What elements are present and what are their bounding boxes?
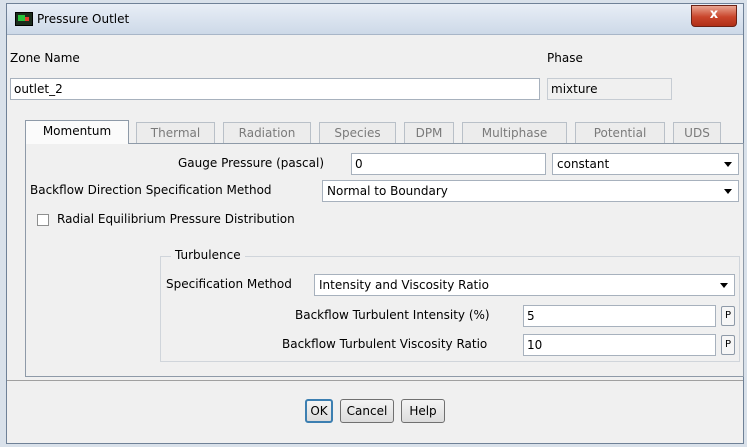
spec-method-label: Specification Method bbox=[166, 277, 292, 291]
help-button[interactable]: Help bbox=[401, 399, 445, 423]
phase-label: Phase bbox=[547, 51, 583, 65]
gauge-pressure-profile-select[interactable]: constant bbox=[552, 153, 739, 175]
viscosity-ratio-label: Backflow Turbulent Viscosity Ratio bbox=[282, 337, 488, 351]
backflow-direction-label: Backflow Direction Specification Method bbox=[30, 183, 272, 197]
ok-button[interactable]: OK bbox=[305, 399, 333, 423]
chevron-down-icon bbox=[724, 162, 732, 167]
chevron-down-icon bbox=[720, 283, 728, 288]
zone-name-label: Zone Name bbox=[10, 51, 80, 65]
tab-thermal[interactable]: Thermal bbox=[136, 122, 215, 143]
turbulence-group: Turbulence Specification Method Intensit… bbox=[160, 248, 740, 362]
turbulent-intensity-label: Backflow Turbulent Intensity (%) bbox=[295, 308, 490, 322]
viscosity-ratio-input[interactable]: 10 bbox=[523, 334, 716, 356]
backflow-direction-select[interactable]: Normal to Boundary bbox=[322, 180, 739, 202]
turbulent-intensity-input[interactable]: 5 bbox=[523, 305, 716, 327]
zone-name-input[interactable]: outlet_2 bbox=[10, 78, 540, 100]
button-bar-separator bbox=[7, 380, 743, 381]
window-title: Pressure Outlet bbox=[37, 12, 130, 26]
radial-equilibrium-checkbox[interactable] bbox=[37, 214, 49, 226]
gauge-pressure-profile-value: constant bbox=[557, 157, 610, 171]
intensity-parameter-button[interactable]: P bbox=[721, 306, 735, 326]
viscosity-parameter-button[interactable]: P bbox=[721, 335, 735, 355]
gauge-pressure-label: Gauge Pressure (pascal) bbox=[178, 156, 324, 170]
tab-radiation[interactable]: Radiation bbox=[223, 122, 311, 143]
backflow-direction-value: Normal to Boundary bbox=[327, 184, 448, 198]
tab-potential[interactable]: Potential bbox=[575, 122, 665, 143]
radial-equilibrium-label: Radial Equilibrium Pressure Distribution bbox=[57, 212, 295, 226]
title-bar[interactable]: Pressure Outlet x bbox=[7, 4, 743, 35]
cancel-button[interactable]: Cancel bbox=[340, 399, 394, 423]
tab-species[interactable]: Species bbox=[319, 122, 396, 143]
chevron-down-icon bbox=[724, 189, 732, 194]
fluent-app-icon bbox=[15, 12, 33, 26]
tab-dpm[interactable]: DPM bbox=[404, 122, 454, 143]
spec-method-select[interactable]: Intensity and Viscosity Ratio bbox=[314, 274, 735, 296]
gauge-pressure-input[interactable]: 0 bbox=[351, 153, 546, 175]
tab-uds[interactable]: UDS bbox=[673, 122, 721, 143]
tab-multiphase[interactable]: Multiphase bbox=[462, 122, 567, 143]
momentum-panel: Gauge Pressure (pascal) 0 constant Backf… bbox=[25, 143, 744, 377]
close-button[interactable]: x bbox=[691, 5, 737, 27]
turbulence-group-label: Turbulence bbox=[171, 248, 245, 262]
spec-method-value: Intensity and Viscosity Ratio bbox=[319, 278, 489, 292]
phase-field: mixture bbox=[547, 78, 672, 100]
tab-momentum[interactable]: Momentum bbox=[25, 120, 129, 144]
pressure-outlet-dialog: Pressure Outlet x Zone Name outlet_2 Pha… bbox=[6, 3, 744, 444]
